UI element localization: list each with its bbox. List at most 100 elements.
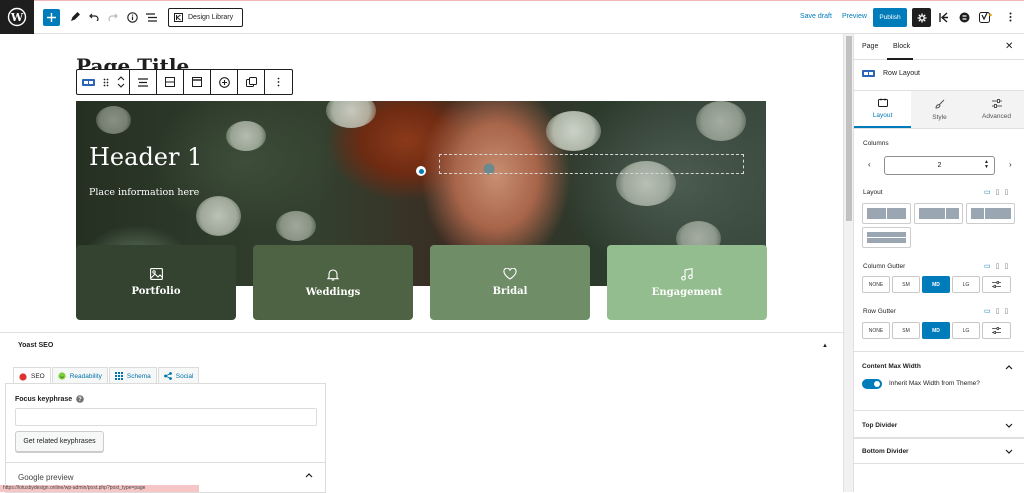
publish-button[interactable]: Publish — [873, 8, 907, 27]
column-resize-handle[interactable] — [416, 166, 426, 176]
content-max-width-title[interactable]: Content Max Width — [862, 363, 921, 370]
add-column-icon[interactable] — [211, 70, 237, 94]
plus-icon — [47, 13, 56, 22]
edit-tools-icon[interactable] — [67, 9, 83, 25]
tab-label: Readability — [69, 372, 102, 380]
top-divider-panel[interactable]: Top Divider — [854, 410, 1024, 438]
add-block-button[interactable] — [43, 9, 60, 26]
chevron-up-icon[interactable] — [305, 472, 313, 478]
gutter-lg-button[interactable]: LG — [952, 276, 980, 293]
tab-schema[interactable]: Schema — [108, 367, 157, 384]
tab-layout[interactable]: Layout — [854, 91, 911, 128]
gutter-md-button[interactable]: MD — [922, 276, 950, 293]
full-height-icon[interactable] — [184, 70, 210, 94]
gutter-sm-button[interactable]: SM — [892, 276, 920, 293]
editor-scrollbar[interactable] — [843, 34, 853, 492]
inherit-max-width-label: Inherit Max Width from Theme? — [889, 380, 980, 387]
card-portfolio[interactable]: Portfolio — [76, 245, 236, 320]
row-layout-block-icon[interactable] — [77, 70, 99, 94]
gutter-sm-button[interactable]: SM — [892, 322, 920, 339]
scrollbar-thumb[interactable] — [846, 36, 852, 221]
increment-chevron-icon[interactable]: › — [1009, 160, 1012, 169]
more-options-icon[interactable] — [1002, 9, 1018, 25]
hero-text[interactable]: Place information here — [89, 187, 199, 198]
wordpress-logo-icon[interactable]: W — [0, 0, 34, 34]
align-icon[interactable] — [130, 70, 156, 94]
mobile-icon[interactable]: ▯ — [1004, 262, 1008, 270]
layout-option-stacked[interactable] — [862, 227, 911, 248]
mobile-icon[interactable]: ▯ — [1004, 307, 1008, 315]
tab-page[interactable]: Page — [862, 43, 878, 50]
gutter-none-button[interactable]: NONE — [862, 322, 890, 339]
image-icon — [149, 268, 163, 280]
layout-option-right-heavy[interactable] — [966, 203, 1015, 224]
mobile-icon[interactable]: ▯ — [1004, 188, 1008, 196]
tab-social[interactable]: Social — [157, 367, 200, 384]
design-library-button[interactable]: Design Library — [168, 8, 243, 27]
chevron-down-icon — [1005, 449, 1013, 454]
tab-advanced[interactable]: Advanced — [968, 91, 1024, 128]
help-icon[interactable]: ? — [76, 395, 85, 403]
preview-link[interactable]: Preview — [842, 13, 867, 20]
get-related-keyphrases-button[interactable]: Get related keyphrases — [15, 431, 104, 452]
bell-icon — [327, 268, 339, 281]
hero-heading[interactable]: Header 1 — [89, 143, 202, 171]
row-layout-block-icon — [862, 70, 875, 77]
sliders-icon — [991, 99, 1002, 108]
settings-gear-icon[interactable] — [912, 8, 931, 27]
block-options-icon[interactable] — [265, 70, 291, 94]
chevron-up-icon[interactable] — [1005, 364, 1013, 370]
vertical-align-icon[interactable] — [157, 70, 183, 94]
chevron-down-icon — [1005, 423, 1013, 428]
gutter-none-button[interactable]: NONE — [862, 276, 890, 293]
inherit-max-width-toggle[interactable] — [862, 379, 882, 389]
card-bridal[interactable]: Bridal — [430, 245, 590, 320]
desktop-icon[interactable]: ▭ — [984, 307, 991, 315]
gutter-custom-sliders-icon[interactable] — [982, 276, 1011, 293]
tab-label: SEO — [31, 373, 45, 380]
gutter-custom-sliders-icon[interactable] — [982, 322, 1011, 339]
tablet-icon[interactable]: ▯ — [996, 262, 1000, 270]
layout-option-equal[interactable] — [862, 203, 911, 224]
tab-readability[interactable]: Readability — [51, 367, 108, 384]
card-engagement[interactable]: Engagement — [607, 245, 767, 320]
collapse-caret-icon[interactable]: ▲ — [822, 343, 828, 349]
tab-label: Schema — [126, 372, 151, 380]
save-draft-link[interactable]: Save draft — [800, 13, 832, 20]
spin-arrows-icon[interactable]: ▲ ▼ — [984, 160, 989, 170]
tablet-icon[interactable]: ▯ — [996, 188, 1000, 196]
drag-handle-icon[interactable] — [99, 70, 113, 94]
bottom-divider-panel[interactable]: Bottom Divider — [854, 438, 1024, 464]
tab-block[interactable]: Block — [893, 43, 910, 50]
tablet-icon[interactable]: ▯ — [996, 307, 1000, 315]
decrement-chevron-icon[interactable]: ‹ — [868, 160, 871, 169]
card-label: Weddings — [305, 286, 361, 298]
gutter-lg-button[interactable]: LG — [952, 322, 980, 339]
yoast-icon[interactable] — [977, 9, 993, 25]
row-gutter-options: NONE SM MD LG — [862, 322, 1011, 339]
desktop-icon[interactable]: ▭ — [984, 262, 991, 270]
settings-sidebar: Page Block ✕ Row Layout Layout Style Adv… — [853, 34, 1024, 492]
list-view-icon[interactable] — [143, 9, 159, 25]
focus-keyphrase-input[interactable] — [15, 408, 317, 426]
gutter-md-button[interactable]: MD — [922, 322, 950, 339]
card-weddings[interactable]: Weddings — [253, 245, 413, 320]
kadence-blocks-icon[interactable] — [935, 9, 951, 25]
details-info-icon[interactable] — [124, 9, 140, 25]
desktop-icon[interactable]: ▭ — [984, 188, 991, 196]
share-icon — [163, 372, 172, 380]
copy-styles-icon[interactable] — [238, 70, 264, 94]
tab-style[interactable]: Style — [911, 91, 968, 128]
music-note-icon — [681, 267, 693, 281]
sidebar-tabs: Page Block ✕ — [854, 34, 1024, 60]
close-icon[interactable]: ✕ — [1005, 41, 1013, 52]
move-up-down-icon[interactable] — [113, 70, 129, 94]
layout-option-left-heavy[interactable] — [914, 203, 963, 224]
undo-icon[interactable] — [86, 9, 102, 25]
empty-column-placeholder[interactable] — [439, 154, 744, 174]
stackable-icon[interactable] — [956, 9, 972, 25]
columns-label: Columns — [863, 140, 889, 147]
columns-input[interactable]: 2 ▲ ▼ — [884, 156, 995, 175]
responsive-device-icons: ▭ ▯ ▯ — [984, 262, 1008, 270]
redo-icon[interactable] — [105, 9, 121, 25]
